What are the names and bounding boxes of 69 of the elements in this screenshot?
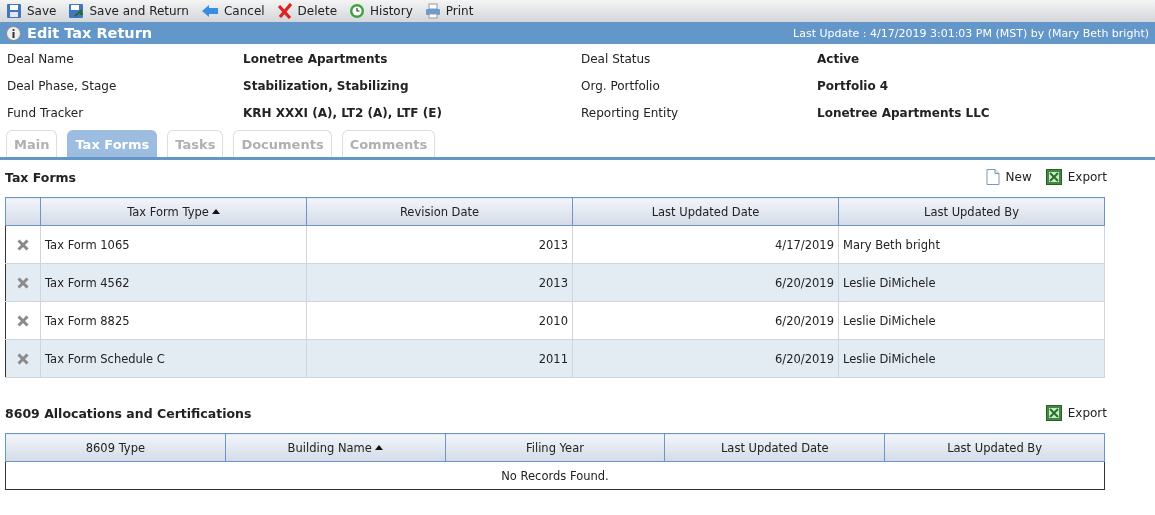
column-header[interactable]: Filing Year — [445, 433, 665, 462]
table-cell: Tax Form 8825 — [40, 301, 307, 340]
table-cell: Tax Form 1065 — [40, 225, 307, 264]
table-cell: 2010 — [306, 301, 573, 340]
new-button[interactable]: New — [985, 169, 1032, 185]
delete-button[interactable] — [17, 352, 29, 365]
table-cell: Mary Beth bright — [838, 225, 1105, 264]
section-title: 8609 Allocations and Certifications — [5, 405, 252, 421]
column-header[interactable]: Building Name — [225, 433, 446, 462]
toolbar-button[interactable]: Cancel — [200, 4, 265, 18]
table-cell: 6/20/2019 — [572, 301, 839, 340]
export-button[interactable]: Export — [1045, 169, 1107, 185]
delete-button[interactable] — [17, 276, 29, 289]
table-cell: Tax Form 4562 — [40, 263, 307, 302]
table-cell: 2013 — [306, 263, 573, 302]
sort-ascending-icon — [211, 209, 220, 214]
toolbar-button[interactable]: Save and Return — [68, 3, 189, 19]
table-cell: Tax Form Schedule C — [40, 339, 307, 378]
field-value: KRH XXXI (A), LT2 (A), LTF (E) — [243, 105, 443, 120]
field-label: Fund Tracker — [7, 105, 85, 120]
close-icon — [17, 352, 29, 365]
column-header[interactable]: Last Updated Date — [664, 433, 885, 462]
field-value: Active — [817, 51, 861, 66]
x-icon — [276, 3, 293, 19]
table-cell: Leslie DiMichele — [838, 339, 1105, 378]
field-label: Deal Status — [581, 51, 652, 66]
toolbar-button[interactable]: Save — [6, 3, 57, 19]
table-cell: 2013 — [306, 225, 573, 264]
info-icon — [6, 25, 21, 41]
table-cell: Leslie DiMichele — [838, 301, 1105, 340]
delete-button[interactable] — [17, 314, 29, 327]
close-icon — [17, 314, 29, 327]
document-icon — [985, 169, 1000, 185]
table-cell: 2011 — [306, 339, 573, 378]
delete-button[interactable] — [17, 238, 29, 251]
column-header[interactable]: Last Updated By — [884, 433, 1105, 462]
field-value: Stabilization, Stabilizing — [243, 78, 410, 93]
field-value: Portfolio 4 — [817, 78, 890, 93]
toolbar-button[interactable]: History — [349, 3, 413, 19]
empty-message: No Records Found. — [5, 461, 1105, 490]
last-update-text: Last Update : 4/17/2019 3:01:03 PM (MST) by (Mary Beth bright) — [793, 26, 1149, 40]
page-title: Edit Tax Return — [27, 25, 153, 41]
field-label: Org. Portfolio — [581, 78, 661, 93]
table-cell: 4/17/2019 — [572, 225, 839, 264]
table-cell: Leslie DiMichele — [838, 263, 1105, 302]
toolbar-button[interactable]: Print — [424, 3, 474, 19]
column-header[interactable]: Last Updated By — [838, 197, 1105, 226]
spreadsheet-icon — [1045, 169, 1062, 185]
column-header[interactable]: 8609 Type — [5, 433, 226, 462]
column-header[interactable]: Revision Date — [306, 197, 573, 226]
left-arrow-icon — [200, 4, 219, 18]
section-title: Tax Forms — [5, 169, 76, 185]
table-cell: 6/20/2019 — [572, 339, 839, 378]
toolbar-button[interactable]: Delete — [276, 3, 338, 19]
close-icon — [17, 238, 29, 251]
clock-icon — [349, 3, 366, 19]
field-value: Lonetree Apartments — [243, 51, 389, 66]
field-label: Deal Phase, Stage — [7, 78, 118, 93]
column-header[interactable]: Last Updated Date — [572, 197, 839, 226]
table-cell: 6/20/2019 — [572, 263, 839, 302]
export-button[interactable]: Export — [1045, 405, 1107, 421]
field-value: Lonetree Apartments LLC — [817, 105, 991, 120]
field-label: Reporting Entity — [581, 105, 680, 120]
spreadsheet-icon — [1045, 405, 1062, 421]
printer-icon — [424, 3, 441, 19]
column-header[interactable]: Tax Form Type — [40, 197, 307, 226]
close-icon — [17, 276, 29, 289]
field-label: Deal Name — [7, 51, 75, 66]
sort-ascending-icon — [374, 445, 383, 450]
